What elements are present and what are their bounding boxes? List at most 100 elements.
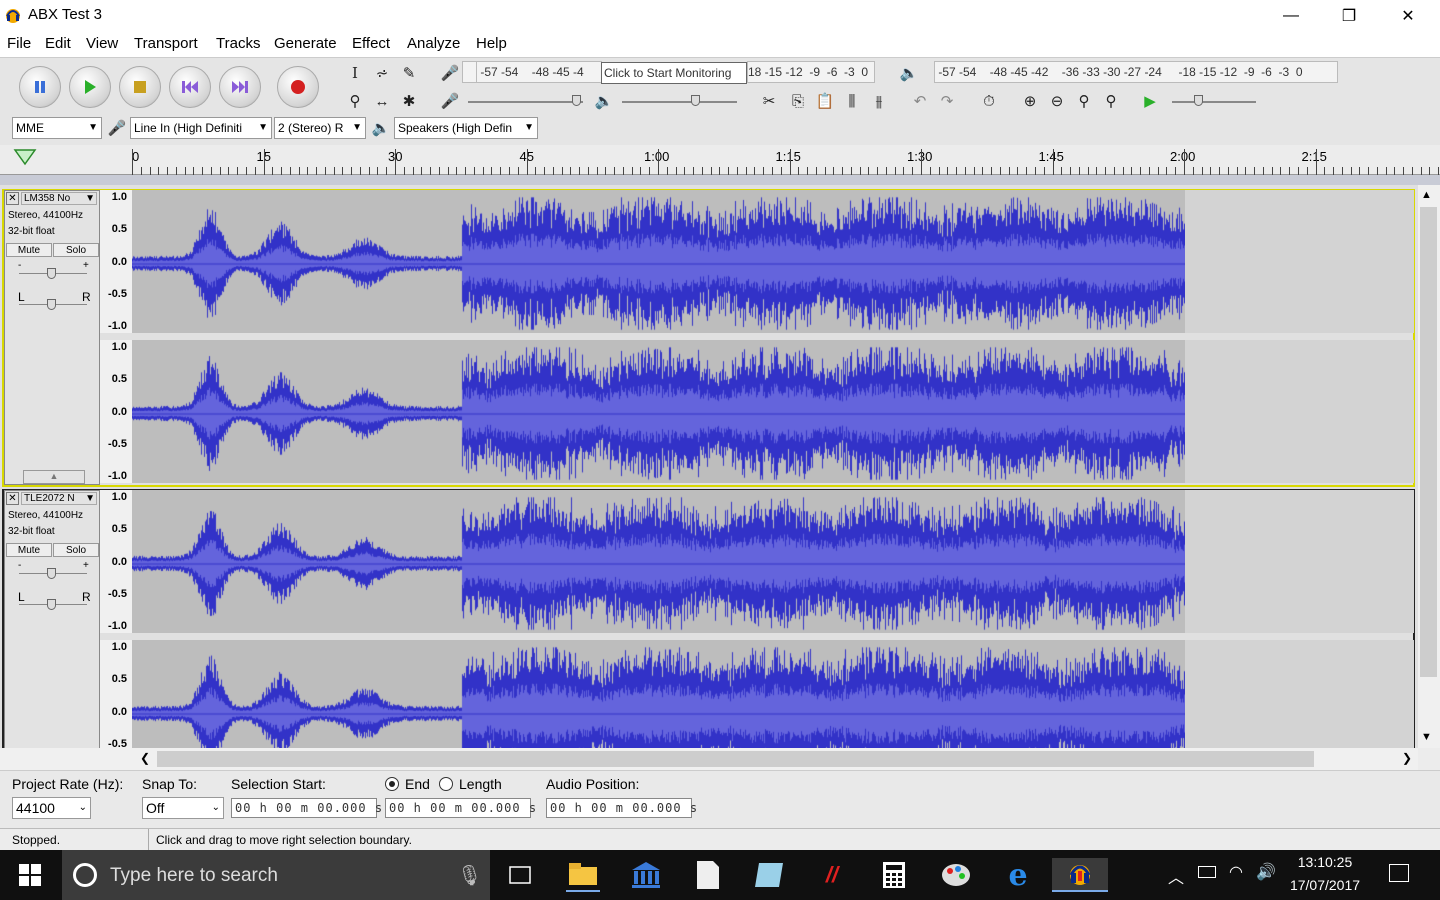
close-track-icon[interactable]: ✕ (6, 492, 19, 505)
menu-analyze[interactable]: Analyze (407, 35, 460, 52)
scroll-left-icon[interactable]: ❮ (140, 751, 150, 765)
solo-button[interactable]: Solo (53, 243, 99, 257)
redo-icon[interactable]: ↷ (935, 89, 959, 113)
audio-clip[interactable] (132, 340, 1185, 483)
draw-tool-icon[interactable]: ✎ (397, 61, 421, 85)
menu-view[interactable]: View (86, 35, 118, 52)
playback-meter-scale[interactable]: -57 -54 -48 -45 -42 -36 -33 -30 -27 -24 … (934, 61, 1338, 83)
cut-icon[interactable]: ✂ (757, 89, 781, 113)
track-name-menu[interactable]: TLE2072 N ▼ (21, 492, 97, 505)
menu-effect[interactable]: Effect (352, 35, 390, 52)
snap-to-select[interactable]: Off ⌄ (142, 797, 224, 819)
scroll-down-icon[interactable]: ▼ (1421, 731, 1432, 743)
clock-date[interactable]: 17/07/2017 (1283, 877, 1367, 893)
play-at-speed-icon[interactable]: ▶ (1138, 89, 1162, 113)
play-speed-knob[interactable] (1194, 95, 1203, 106)
menu-help[interactable]: Help (476, 35, 507, 52)
audacity-taskbar-icon[interactable] (1052, 858, 1108, 892)
selection-start-time[interactable]: 00 h 00 m 00.000 s (231, 798, 382, 818)
pan-knob[interactable] (47, 299, 56, 310)
menu-generate[interactable]: Generate (274, 35, 337, 52)
vertical-scroll-thumb[interactable] (1420, 207, 1437, 677)
gain-knob[interactable] (47, 568, 56, 579)
audio-host-select[interactable]: MME ▼ (12, 117, 102, 139)
silence-icon[interactable]: ⫵ (867, 89, 891, 113)
menu-transport[interactable]: Transport (134, 35, 198, 52)
play-speed-slider[interactable] (1172, 101, 1256, 103)
pinned-play-head-icon[interactable] (13, 147, 37, 167)
task-view-icon[interactable] (503, 858, 537, 892)
end-radio[interactable] (385, 777, 399, 791)
sync-lock-icon[interactable]: ⏱ (977, 89, 1001, 113)
record-volume-slider[interactable] (468, 101, 583, 103)
restore-button[interactable]: ❐ (1320, 0, 1378, 31)
track-name-menu[interactable]: LM358 No ▼ (21, 192, 97, 205)
scroll-right-icon[interactable]: ❯ (1402, 751, 1412, 765)
gain-knob[interactable] (47, 268, 56, 279)
fit-project-icon[interactable]: ⚲ (1099, 89, 1123, 113)
edge-browser-icon[interactable]: e (1001, 858, 1035, 893)
track-panel[interactable]: ✕ LM358 No ▼ Stereo, 44100Hz 32-bit float… (0, 185, 1418, 748)
playback-volume-knob[interactable] (691, 95, 700, 106)
wifi-icon[interactable]: ◠ (1229, 862, 1243, 882)
zoom-tool-icon[interactable]: ⚲ (343, 89, 367, 113)
track-control-panel-1[interactable]: ✕ LM358 No ▼ Stereo, 44100Hz 32-bit float… (4, 190, 100, 485)
output-device-select[interactable]: Speakers (High Defin ▼ (394, 117, 538, 139)
vertical-scrollbar[interactable]: ▲ ▼ (1418, 185, 1440, 748)
notes-app-icon[interactable] (752, 858, 786, 892)
zoom-in-icon[interactable]: ⊕ (1018, 89, 1042, 113)
playback-volume-slider[interactable] (622, 101, 737, 103)
envelope-tool-icon[interactable]: ⩫ (370, 61, 394, 85)
time-shift-tool-icon[interactable]: ↔ (370, 89, 394, 113)
zoom-out-icon[interactable]: ⊖ (1045, 89, 1069, 113)
record-button[interactable] (277, 66, 319, 108)
calculator-icon[interactable] (877, 858, 911, 892)
play-button[interactable] (69, 66, 111, 108)
waveform-channel-2a[interactable] (132, 490, 1414, 633)
length-radio[interactable] (439, 777, 453, 791)
stop-button[interactable] (119, 66, 161, 108)
solo-button[interactable]: Solo (53, 543, 99, 557)
track-control-panel-2[interactable]: ✕ TLE2072 N ▼ Stereo, 44100Hz 32-bit floa… (4, 490, 100, 748)
selection-tool-icon[interactable]: I (343, 61, 367, 85)
clock-time[interactable]: 13:10:25 (1283, 854, 1367, 870)
menu-edit[interactable]: Edit (45, 35, 71, 52)
action-center-icon[interactable] (1389, 864, 1409, 882)
taskbar-search-box[interactable]: Type here to search 🎙 (62, 850, 490, 900)
audio-clip[interactable] (132, 640, 1185, 748)
horizontal-scrollbar[interactable]: ❮ ❯ (132, 748, 1418, 770)
battery-icon[interactable] (1198, 866, 1216, 878)
show-hidden-icons-chevron[interactable]: ︿ (1168, 864, 1184, 888)
paste-icon[interactable]: 📋 (813, 89, 837, 113)
menu-tracks[interactable]: Tracks (216, 35, 260, 52)
undo-icon[interactable]: ↶ (908, 89, 932, 113)
copy-icon[interactable]: ⎘ (786, 89, 810, 113)
waveform-channel-1b[interactable] (132, 340, 1414, 483)
timeline-ruler[interactable]: 01530451:001:151:301:452:002:15 (0, 145, 1440, 175)
document-app-icon[interactable] (691, 858, 725, 892)
record-meter-mic-icon[interactable]: 🎤 (438, 61, 462, 85)
audio-clip[interactable] (132, 490, 1185, 633)
collapse-track-button[interactable]: ▲ (23, 470, 85, 484)
library-app-icon[interactable] (629, 858, 663, 892)
fit-selection-icon[interactable]: ⚲ (1072, 89, 1096, 113)
paint-app-icon[interactable] (939, 858, 973, 892)
close-button[interactable]: ✕ (1379, 0, 1437, 31)
close-track-icon[interactable]: ✕ (6, 192, 19, 205)
audio-clip[interactable] (132, 190, 1185, 333)
record-meter-scale-right[interactable]: 18 -15 -12 -9 -6 -3 0 (747, 61, 875, 83)
input-device-select[interactable]: Line In (High Definiti ▼ (130, 117, 272, 139)
multi-tool-icon[interactable]: ✱ (397, 89, 421, 113)
scroll-up-icon[interactable]: ▲ (1421, 189, 1432, 201)
selection-end-time[interactable]: 00 h 00 m 00.000 s (385, 798, 536, 818)
trim-icon[interactable]: ⫼ (840, 89, 864, 113)
pan-knob[interactable] (47, 599, 56, 610)
menu-file[interactable]: File (7, 35, 31, 52)
record-volume-knob[interactable] (572, 95, 581, 106)
mute-button[interactable]: Mute (6, 243, 52, 257)
skip-to-end-button[interactable] (219, 66, 261, 108)
audio-position-time[interactable]: 00 h 00 m 00.000 s (546, 798, 697, 818)
waveform-channel-2b[interactable] (132, 640, 1414, 748)
playback-meter-speaker-icon[interactable]: 🔈 (897, 61, 921, 85)
channels-select[interactable]: 2 (Stereo) R ▼ (274, 117, 366, 139)
